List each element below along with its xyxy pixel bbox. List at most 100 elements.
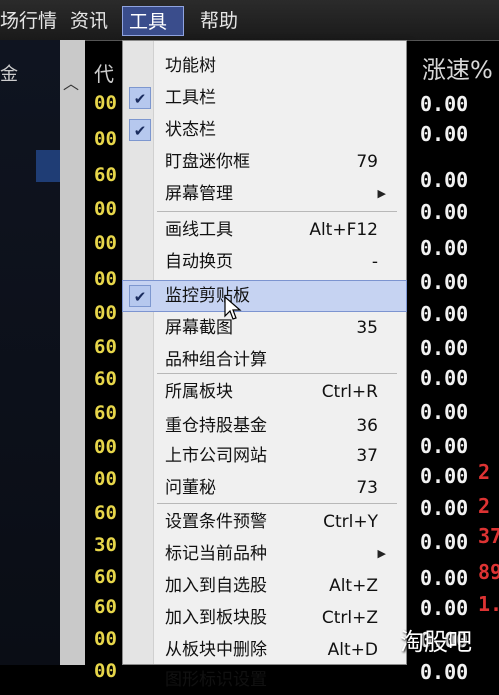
red-value-cell: 2 [478, 460, 491, 484]
speed-cell[interactable]: 0.00 [420, 336, 468, 360]
watermark: 淘股吧 [400, 628, 472, 656]
speed-cell[interactable]: 0.00 [420, 236, 468, 260]
menu-item-shortcut: 37 [356, 446, 378, 466]
menu-item[interactable]: 设置条件预警 Ctrl+Y [123, 507, 406, 537]
menu-item[interactable]: 所属板块 Ctrl+R [123, 377, 406, 407]
speed-cell[interactable]: 0.00 [420, 270, 468, 294]
speed-cell[interactable]: 0.00 [420, 302, 468, 326]
stock-code-cell[interactable]: 60 [94, 596, 117, 618]
menu-item[interactable]: 加入到自选股 Alt+Z [123, 571, 406, 601]
code-column-header[interactable]: 代 [94, 58, 114, 87]
menu-item-label: 加入到板块股 [165, 608, 267, 628]
menu-item[interactable]: 图形标识设置 [123, 665, 406, 695]
menu-item-shortcut: 36 [356, 416, 378, 436]
menu-item-label: 功能树 [165, 56, 216, 76]
stock-code-cell[interactable]: 30 [94, 534, 117, 556]
menu-item-label: 状态栏 [165, 120, 216, 140]
menu-item[interactable]: 功能树 [123, 51, 406, 81]
menu-bar: 场行情 资讯 工具 帮助 [0, 0, 499, 41]
stock-code-cell[interactable]: 60 [94, 402, 117, 424]
speed-cell[interactable]: 0.00 [420, 366, 468, 390]
stock-code-cell[interactable]: 60 [94, 336, 117, 358]
speed-cell[interactable]: 0.00 [420, 122, 468, 146]
stock-code-cell[interactable]: 60 [94, 164, 117, 186]
red-value-cell: 2 [478, 494, 491, 518]
speed-cell[interactable]: 0.00 [420, 530, 468, 554]
menu-item[interactable]: 屏幕截图 35 [123, 313, 406, 343]
menu-item[interactable]: ✔ 状态栏 [123, 115, 406, 145]
checkmark-icon: ✔ [129, 119, 151, 141]
mouse-cursor-icon [224, 296, 242, 320]
menu-help[interactable]: 帮助 [194, 6, 244, 36]
menu-item-shortcut: Ctrl+Y [323, 512, 378, 532]
stock-code-cell[interactable]: 00 [94, 302, 117, 324]
menu-item[interactable]: 自动换页 - [123, 247, 406, 277]
speed-cell[interactable]: 0.00 [420, 566, 468, 590]
menu-item-label: 所属板块 [165, 382, 233, 402]
menu-item-shortcut: 73 [356, 478, 378, 498]
stock-code-cell[interactable]: 00 [94, 660, 117, 682]
speed-cell[interactable]: 0.00 [420, 92, 468, 116]
menu-item-label: 图形标识设置 [165, 670, 267, 690]
menu-item-shortcut: Alt+F12 [309, 220, 378, 240]
red-value-cell: 89 [478, 560, 499, 584]
stock-code-cell[interactable]: 60 [94, 566, 117, 588]
menu-item[interactable]: 重仓持股基金 36 [123, 411, 406, 441]
menu-item-label: 标记当前品种 [165, 544, 267, 564]
menu-item[interactable]: 品种组合计算 [123, 345, 406, 375]
speed-cell[interactable]: 0.00 [420, 200, 468, 224]
menu-item-label: 工具栏 [165, 88, 216, 108]
menu-item[interactable]: 加入到板块股 Ctrl+Z [123, 603, 406, 633]
menu-item[interactable]: 标记当前品种 ▶ [123, 539, 406, 569]
menu-item[interactable]: 从板块中删除 Alt+D [123, 635, 406, 665]
stock-code-cell[interactable]: 00 [94, 468, 117, 490]
stock-code-cell[interactable]: 00 [94, 92, 117, 114]
menu-item-label: 屏幕管理 [165, 184, 233, 204]
menu-item-shortcut: - [371, 252, 378, 272]
left-column-header: 金 [0, 64, 18, 85]
scrollbar[interactable]: ︿ [60, 40, 85, 665]
stock-code-cell[interactable]: 60 [94, 502, 117, 524]
menu-news[interactable]: 资讯 [64, 6, 114, 36]
menu-item-shortcut: Ctrl+R [321, 382, 378, 402]
menu-item-shortcut: 35 [356, 318, 378, 338]
speed-cell[interactable]: 0.00 [420, 434, 468, 458]
menu-item[interactable]: 屏幕管理 ▶ [123, 179, 406, 209]
menu-tools[interactable]: 工具 [122, 6, 184, 36]
menu-separator [157, 211, 397, 212]
stock-code-cell[interactable]: 00 [94, 198, 117, 220]
stock-code-cell[interactable]: 00 [94, 436, 117, 458]
speed-cell[interactable]: 0.00 [420, 596, 468, 620]
speed-cell[interactable]: 0.00 [420, 464, 468, 488]
menu-item-label: 从板块中删除 [165, 640, 267, 660]
menu-item-shortcut: Alt+Z [329, 576, 378, 596]
menu-item-label: 品种组合计算 [165, 350, 267, 370]
menu-item-label: 设置条件预警 [165, 512, 267, 532]
stock-code-cell[interactable]: 60 [94, 368, 117, 390]
stock-code-cell[interactable]: 00 [94, 268, 117, 290]
submenu-arrow-icon: ▶ [377, 547, 386, 560]
stock-code-cell[interactable]: 00 [94, 128, 117, 150]
menu-item[interactable]: 画线工具 Alt+F12 [123, 215, 406, 245]
menu-item-shortcut: Ctrl+Z [321, 608, 378, 628]
menu-item[interactable]: ✔ 工具栏 [123, 83, 406, 113]
menu-separator [157, 503, 397, 504]
scroll-up-icon[interactable]: ︿ [63, 70, 79, 94]
red-value-cell: 1. [478, 592, 499, 616]
speed-cell[interactable]: 0.00 [420, 660, 468, 684]
menu-item[interactable]: 上市公司网站 37 [123, 441, 406, 471]
menu-item-label: 问董秘 [165, 478, 216, 498]
menu-item[interactable]: 问董秘 73 [123, 473, 406, 503]
speed-cell[interactable]: 0.00 [420, 400, 468, 424]
stock-code-cell[interactable]: 00 [94, 232, 117, 254]
speed-cell[interactable]: 0.00 [420, 168, 468, 192]
stock-code-cell[interactable]: 00 [94, 628, 117, 650]
menu-item[interactable]: ✔ 监控剪贴板 [122, 280, 407, 312]
menu-market[interactable]: 场行情 [0, 6, 63, 36]
speed-cell[interactable]: 0.00 [420, 496, 468, 520]
speed-column-header[interactable]: 涨速% [422, 50, 493, 85]
menu-item[interactable]: 盯盘迷你框 79 [123, 147, 406, 177]
checkmark-icon: ✔ [129, 87, 151, 109]
menu-item-label: 画线工具 [165, 220, 233, 240]
tools-dropdown-menu: 功能树 ✔ 工具栏 ✔ 状态栏 盯盘迷你框 79 屏幕管理 ▶ 画线工具 Alt+F12 自动换页 - ✔… [122, 40, 407, 690]
